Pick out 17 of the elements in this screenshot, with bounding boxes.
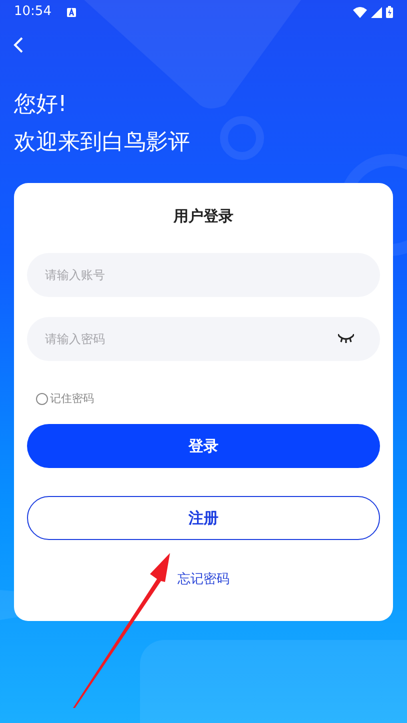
remember-radio[interactable] — [36, 392, 48, 405]
back-icon[interactable] — [12, 36, 24, 54]
card-title: 用户登录 — [172, 206, 234, 227]
login-button[interactable]: 登录 — [27, 424, 380, 468]
password-field[interactable]: 请输入密码 — [27, 316, 380, 360]
forgot-password-link[interactable]: 忘记密码 — [178, 572, 230, 587]
account-field[interactable]: 请输入账号 — [27, 252, 380, 296]
greeting-text: 您好! — [13, 91, 68, 119]
status-time: 10:54 — [14, 3, 52, 22]
register-button[interactable]: 注册 — [27, 496, 380, 540]
wifi-icon — [353, 6, 367, 18]
notification-icon — [67, 8, 76, 16]
signal-icon — [371, 6, 382, 18]
closed-eye-icon[interactable] — [338, 334, 354, 342]
battery-icon — [386, 6, 393, 18]
remember-label[interactable]: 记住密码 — [50, 390, 94, 407]
greeting-text: 欢迎来到白鸟影评 — [13, 129, 191, 157]
